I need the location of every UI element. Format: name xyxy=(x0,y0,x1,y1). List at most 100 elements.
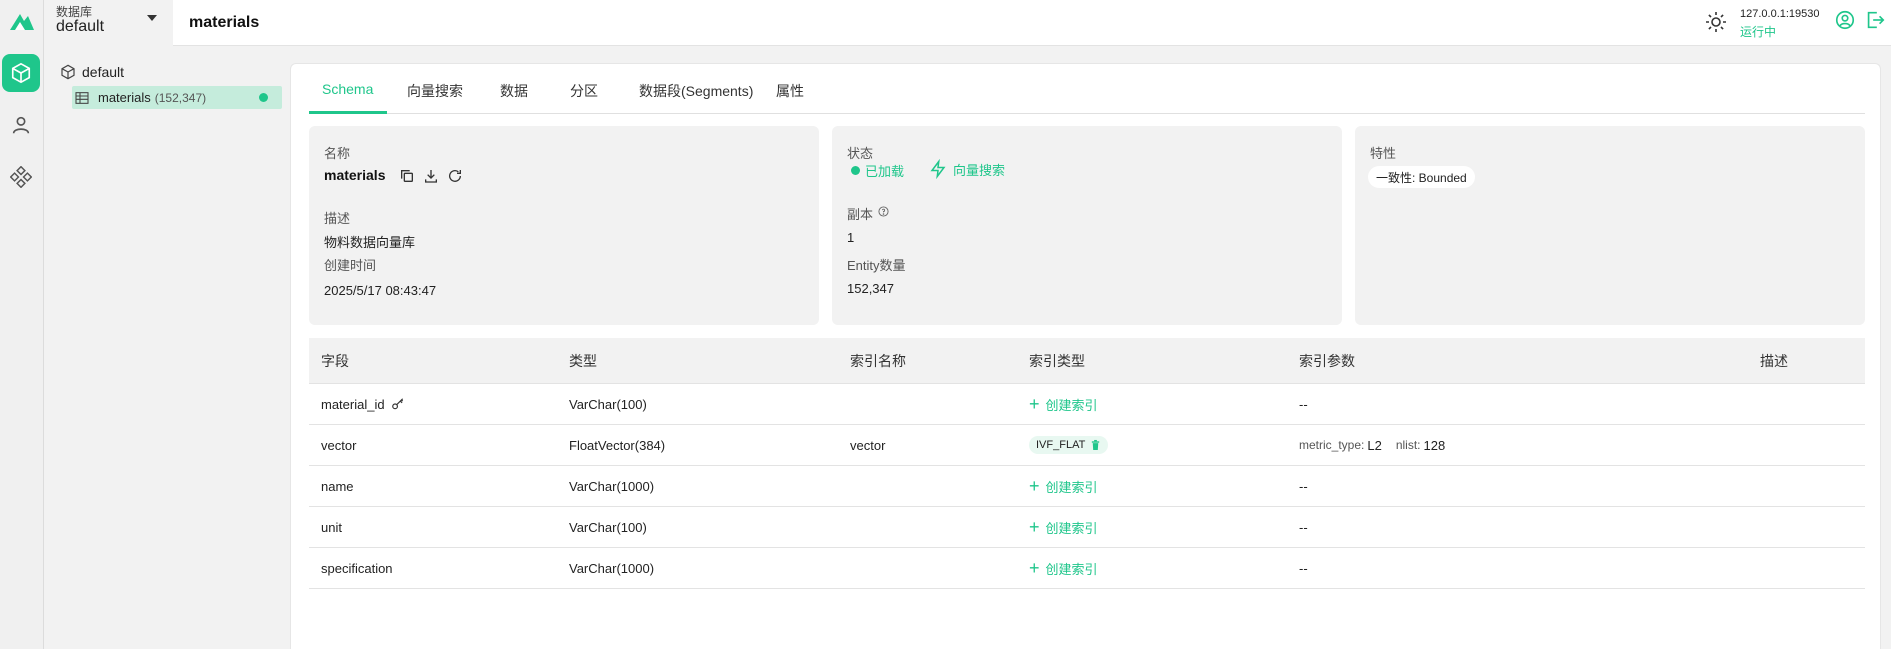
tab-bar: Schema 向量搜索 数据 分区 数据段(Segments) 属性 xyxy=(309,64,1865,114)
page-title: materials xyxy=(189,14,260,31)
created-time-value: 2025/5/17 08:43:47 xyxy=(324,283,437,298)
plus-icon: + xyxy=(1029,394,1040,414)
table-row: unit VarChar(100) + 创建索引 -- xyxy=(309,507,1865,548)
server-status: 运行中 xyxy=(1740,25,1777,39)
cube-icon xyxy=(11,62,31,84)
param-value: 128 xyxy=(1423,437,1446,453)
tab-segments[interactable]: 数据段(Segments) xyxy=(639,81,753,101)
index-name: vector xyxy=(850,437,886,453)
table-row: specification VarChar(1000) + 创建索引 -- xyxy=(309,548,1865,589)
top-bar: 数据库 default materials 127.0.0.1:19530 运行… xyxy=(44,0,1891,46)
trash-icon[interactable] xyxy=(1090,439,1101,451)
server-address: 127.0.0.1:19530 xyxy=(1740,8,1820,20)
logout-icon[interactable] xyxy=(1864,9,1886,31)
index-params: -- xyxy=(1299,560,1308,576)
field-type: VarChar(100) xyxy=(569,396,647,412)
consistency-text: 一致性: Bounded xyxy=(1376,170,1467,185)
cube-icon xyxy=(61,64,75,80)
header-field: 字段 xyxy=(321,352,349,369)
index-type-tag: IVF_FLAT xyxy=(1029,436,1109,454)
field-name-cell: material_id xyxy=(321,384,405,424)
create-index-button[interactable]: + 创建索引 xyxy=(1029,548,1098,588)
tab-schema[interactable]: Schema xyxy=(322,81,373,97)
database-select-value: default xyxy=(56,18,105,35)
table-row: vector FloatVector(384) vector IVF_FLAT … xyxy=(309,425,1865,466)
tab-properties[interactable]: 属性 xyxy=(776,81,804,101)
create-index-button[interactable]: + 创建索引 xyxy=(1029,384,1098,424)
vector-search-link-label: 向量搜索 xyxy=(953,162,1006,178)
plus-icon: + xyxy=(1029,476,1040,496)
schema-table: 字段 类型 索引名称 索引类型 索引参数 描述 material_id VarC… xyxy=(309,338,1865,589)
table-icon xyxy=(75,91,89,104)
field-name: specification xyxy=(321,560,393,576)
collection-info-card: 名称 materials 描述 物料数据向量库 创建时间 2025/5/17 0… xyxy=(309,126,819,325)
header-description: 描述 xyxy=(1760,352,1788,369)
tab-data[interactable]: 数据 xyxy=(500,81,528,101)
entity-count-label: Entity数量 xyxy=(847,258,906,273)
loaded-badge: 已加载 xyxy=(845,159,910,181)
system-icon xyxy=(10,166,32,188)
field-name: vector xyxy=(321,437,357,453)
index-type-cell: IVF_FLAT xyxy=(1029,425,1109,465)
index-params-cell: metric_type: L2 nlist: 128 xyxy=(1299,425,1459,465)
name-label: 名称 xyxy=(324,146,351,161)
loaded-text: 已加载 xyxy=(865,163,905,179)
header-type: 类型 xyxy=(569,352,597,369)
tree-database-item[interactable]: default xyxy=(60,64,124,80)
create-index-label: 创建索引 xyxy=(1045,520,1098,536)
database-select[interactable]: 数据库 default xyxy=(44,0,173,46)
main-panel: Schema 向量搜索 数据 分区 数据段(Segments) 属性 名称 ma… xyxy=(290,63,1881,649)
entity-count-value: 152,347 xyxy=(847,281,894,296)
help-icon[interactable] xyxy=(878,206,889,217)
collection-tree: default materials (152,347) xyxy=(44,46,284,649)
field-name: material_id xyxy=(321,396,385,412)
field-type: VarChar(100) xyxy=(569,519,647,535)
created-time-label: 创建时间 xyxy=(324,258,377,273)
description-label: 描述 xyxy=(324,211,351,226)
key-icon xyxy=(391,398,403,410)
param-value: L2 xyxy=(1367,437,1382,453)
user-icon xyxy=(12,116,30,134)
replica-value: 1 xyxy=(847,230,855,245)
vector-search-link[interactable]: 向量搜索 xyxy=(929,159,1005,179)
features-label: 特性 xyxy=(1370,146,1397,161)
loaded-dot-icon xyxy=(851,165,860,175)
create-index-button[interactable]: + 创建索引 xyxy=(1029,507,1098,547)
tree-database-label: default xyxy=(82,64,125,80)
active-tab-indicator xyxy=(309,111,387,114)
create-index-button[interactable]: + 创建索引 xyxy=(1029,466,1098,506)
field-name: name xyxy=(321,478,354,494)
refresh-icon[interactable] xyxy=(447,168,463,184)
nav-users-button[interactable] xyxy=(2,106,40,144)
index-type-label: IVF_FLAT xyxy=(1036,439,1086,451)
index-params: -- xyxy=(1299,478,1308,494)
tree-collection-item[interactable]: materials (152,347) xyxy=(72,86,282,109)
lightning-icon xyxy=(930,159,946,179)
tab-partitions[interactable]: 分区 xyxy=(570,81,598,101)
field-type: FloatVector(384) xyxy=(569,437,666,453)
field-type: VarChar(1000) xyxy=(569,478,655,494)
status-card: 状态 已加载 向量搜索 副本 1 Entity数量 152,347 xyxy=(832,126,1342,325)
replica-label: 副本 xyxy=(847,207,874,222)
table-row: material_id VarChar(100) + 创建索引 -- xyxy=(309,384,1865,425)
nav-collections-button[interactable] xyxy=(2,54,40,92)
header-index-name: 索引名称 xyxy=(850,352,906,369)
sun-icon[interactable] xyxy=(1704,10,1728,34)
nav-system-button[interactable] xyxy=(2,158,40,196)
tab-vector-search[interactable]: 向量搜索 xyxy=(407,81,463,101)
create-index-label: 创建索引 xyxy=(1045,561,1098,577)
index-params: -- xyxy=(1299,396,1308,412)
tree-collection-label: materials xyxy=(98,90,151,105)
milvus-logo xyxy=(10,14,34,30)
index-params: -- xyxy=(1299,519,1308,535)
param-key: nlist: xyxy=(1395,438,1421,452)
plus-icon: + xyxy=(1029,558,1040,578)
consistency-badge: 一致性: Bounded xyxy=(1368,166,1475,188)
copy-icon[interactable] xyxy=(399,168,415,184)
create-index-label: 创建索引 xyxy=(1045,479,1098,495)
tree-collection-count: (152,347) xyxy=(154,90,207,105)
account-icon[interactable] xyxy=(1834,9,1856,31)
download-icon[interactable] xyxy=(423,168,439,184)
field-name: unit xyxy=(321,519,342,535)
features-card: 特性 一致性: Bounded xyxy=(1355,126,1865,325)
